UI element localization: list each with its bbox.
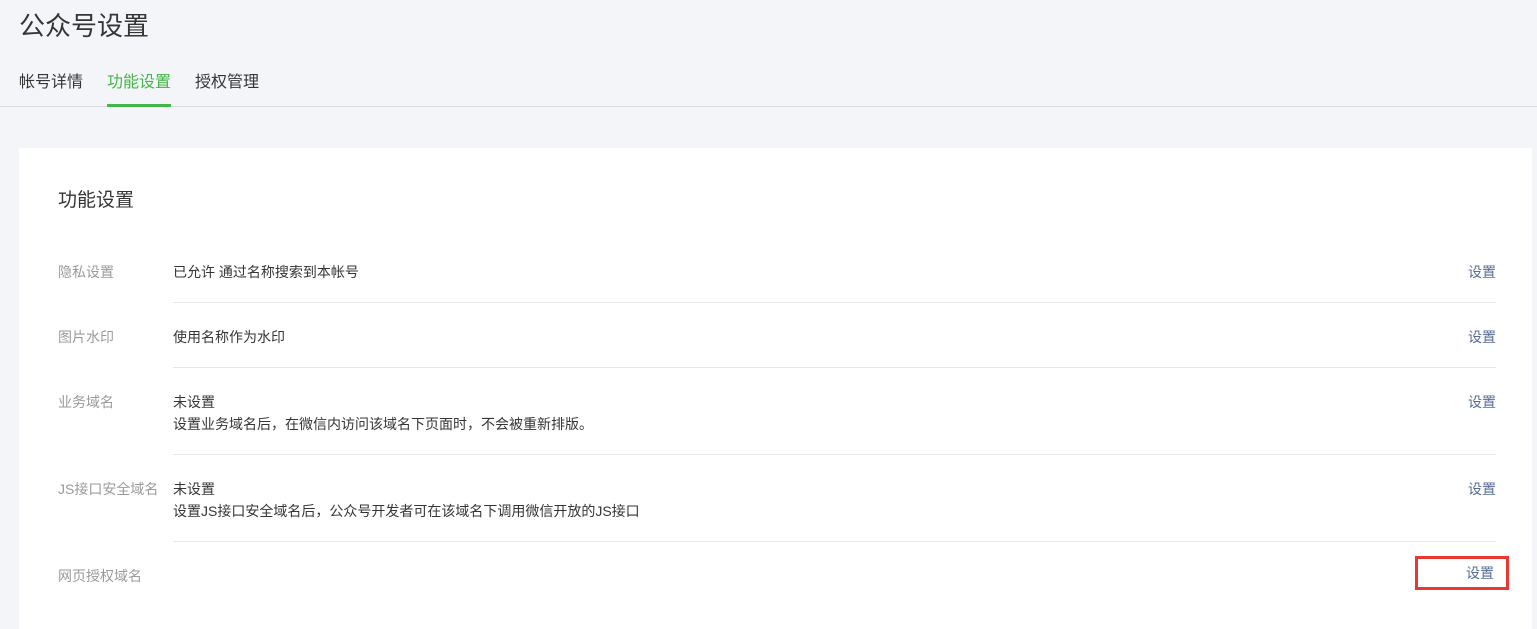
row-business-domain: 业务域名 未设置 设置业务域名后，在微信内访问该域名下页面时，不会被重新排版。 … (58, 368, 1496, 455)
row-js-api-secure-domain: JS接口安全域名 未设置 设置JS接口安全域名后，公众号开发者可在该域名下调用微… (58, 455, 1496, 542)
row-value: 已允许 通过名称搜索到本帐号 (173, 262, 1448, 282)
row-value: 使用名称作为水印 (173, 327, 1448, 347)
settings-link-business-domain[interactable]: 设置 (1468, 394, 1496, 410)
row-desc: 设置业务域名后，在微信内访问该域名下页面时，不会被重新排版。 (173, 414, 1448, 434)
card-title: 功能设置 (58, 188, 1496, 214)
row-image-watermark: 图片水印 使用名称作为水印 设置 (58, 303, 1496, 368)
row-value: 未设置 (173, 392, 1448, 412)
row-web-auth-domain: 网页授权域名 设置 (58, 542, 1496, 606)
page-title: 公众号设置 (19, 10, 1537, 42)
settings-link-web-auth-domain[interactable]: 设置 (1466, 563, 1494, 583)
highlight-box: 设置 (1415, 556, 1509, 590)
tabs: 帐号详情 功能设置 授权管理 (0, 68, 1537, 106)
row-label: 图片水印 (58, 303, 173, 368)
row-value: 未设置 (173, 479, 1448, 499)
tab-function-settings[interactable]: 功能设置 (107, 68, 171, 107)
row-label: 隐私设置 (58, 238, 173, 303)
tabs-bar: 帐号详情 功能设置 授权管理 (0, 68, 1537, 107)
tab-account-details[interactable]: 帐号详情 (19, 68, 83, 106)
settings-rows: 隐私设置 已允许 通过名称搜索到本帐号 设置 图片水印 使用名称作为水印 (58, 238, 1496, 606)
row-desc: 设置JS接口安全域名后，公众号开发者可在该域名下调用微信开放的JS接口 (173, 501, 1448, 521)
settings-link-watermark[interactable]: 设置 (1468, 329, 1496, 345)
row-label: 网页授权域名 (58, 542, 173, 606)
settings-link-privacy[interactable]: 设置 (1468, 264, 1496, 280)
row-label: 业务域名 (58, 368, 173, 455)
function-settings-card: 功能设置 隐私设置 已允许 通过名称搜索到本帐号 设置 图片水印 使用名称作为水… (19, 148, 1532, 629)
tab-authorization-management[interactable]: 授权管理 (195, 68, 259, 106)
row-value (173, 566, 1395, 586)
settings-link-js-api-domain[interactable]: 设置 (1468, 481, 1496, 497)
row-privacy-settings: 隐私设置 已允许 通过名称搜索到本帐号 设置 (58, 238, 1496, 303)
page-header: 公众号设置 帐号详情 功能设置 授权管理 (0, 0, 1537, 107)
row-label: JS接口安全域名 (58, 455, 173, 542)
